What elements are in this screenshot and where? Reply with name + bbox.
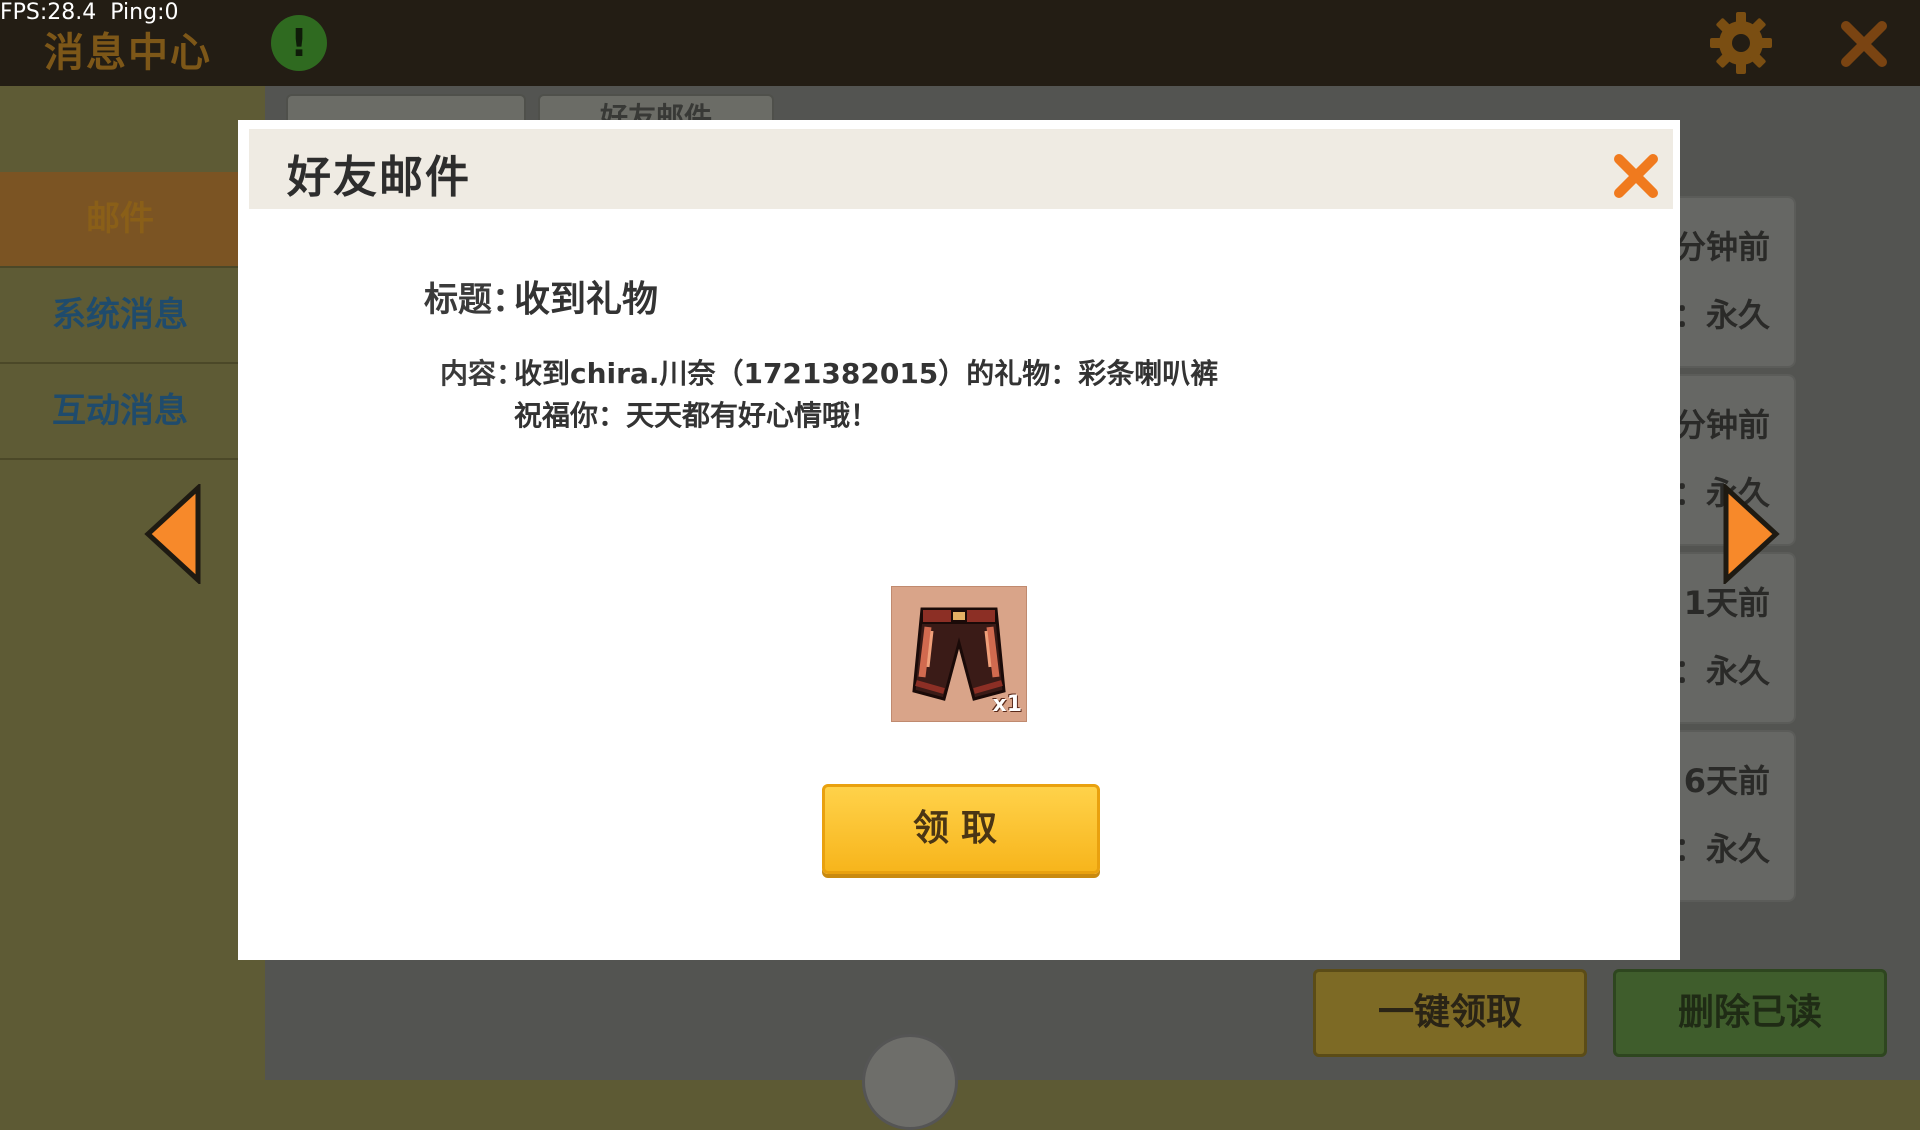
gift-item-slot[interactable]: x1 bbox=[891, 586, 1027, 722]
close-icon[interactable] bbox=[1838, 18, 1890, 70]
content-text-line1: 收到chira.川奈（1721382015）的礼物：彩条喇叭裤 bbox=[514, 357, 1219, 390]
sidebar-item-system-messages[interactable]: 系统消息 bbox=[0, 268, 240, 364]
content-label: 内容： bbox=[439, 357, 524, 390]
content-text-line2: 祝福你：天天都有好心情哦！ bbox=[514, 399, 879, 432]
sidebar-item-interaction-messages[interactable]: 互动消息 bbox=[0, 364, 240, 460]
friend-mail-dialog: 好友邮件 标题： 收到礼物 内容： 收到chira.川奈（1721382015）… bbox=[238, 120, 1680, 960]
subject-value: 收到礼物 bbox=[514, 279, 659, 320]
gear-icon[interactable] bbox=[1708, 10, 1774, 76]
sidebar-item-mail[interactable]: 邮件 bbox=[0, 172, 240, 268]
close-icon[interactable] bbox=[1611, 151, 1661, 201]
warning-icon[interactable]: ! bbox=[271, 15, 327, 71]
share-icon[interactable] bbox=[862, 1034, 958, 1130]
item-quantity: x1 bbox=[992, 692, 1023, 717]
claim-all-button[interactable]: 一键领取 bbox=[1313, 969, 1587, 1057]
message-time: 1天前 bbox=[1683, 584, 1770, 622]
top-bar: FPS:28.4 Ping:0 消息中心 ! bbox=[0, 0, 1920, 86]
claim-button[interactable]: 领取 bbox=[822, 784, 1100, 874]
subject-label: 标题： bbox=[424, 280, 526, 320]
dialog-title: 好友邮件 bbox=[287, 152, 471, 203]
delete-read-button[interactable]: 删除已读 bbox=[1613, 969, 1887, 1057]
page-title: 消息中心 bbox=[44, 30, 212, 76]
sidebar: 邮件 系统消息 互动消息 bbox=[0, 86, 265, 1080]
arrow-right-icon[interactable] bbox=[1720, 484, 1782, 584]
dialog-header: 好友邮件 bbox=[249, 129, 1673, 209]
message-time: 6天前 bbox=[1683, 762, 1770, 800]
arrow-left-icon[interactable] bbox=[142, 484, 204, 584]
